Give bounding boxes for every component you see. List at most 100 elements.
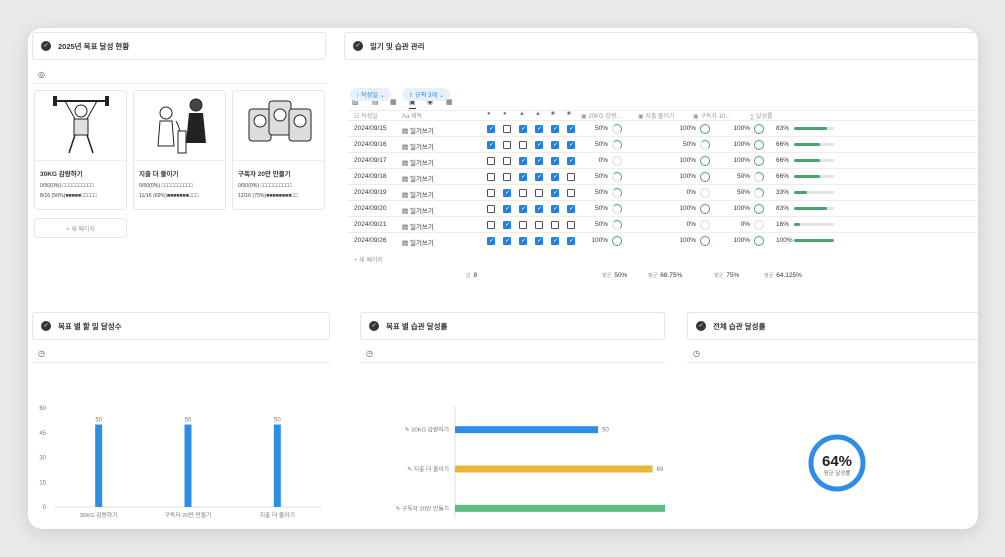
column-title[interactable]: Aa 제목 — [402, 111, 422, 120]
habit-checkbox[interactable] — [535, 188, 543, 197]
habit-checkbox[interactable] — [487, 236, 495, 245]
goal3-percent: 100% — [733, 125, 750, 132]
column-goal1[interactable]: ▣ 20KG 감량... — [581, 111, 621, 120]
habit-checkbox[interactable] — [535, 204, 543, 213]
habit-checkbox[interactable] — [567, 156, 575, 165]
habit-checkbox[interactable] — [503, 140, 511, 149]
clock-icon[interactable]: ◷ — [693, 349, 700, 358]
rate-percent: 66% — [776, 173, 790, 180]
habit-checkbox[interactable] — [503, 204, 511, 213]
row-title[interactable]: ▤ 일기쓰기 — [402, 189, 434, 199]
calendar-view-icon[interactable]: ▦ — [390, 98, 397, 106]
habit-checkbox[interactable] — [567, 124, 575, 133]
habit-checkbox[interactable] — [487, 188, 495, 197]
habit-checkbox[interactable] — [567, 188, 575, 197]
habit-checkbox[interactable] — [567, 236, 575, 245]
row-title[interactable]: ▤ 일기쓰기 — [402, 141, 434, 151]
goal-card[interactable]: 지출 더 줄이기 0/50(0%) □□□□□□□□□□ 11/16 (69%)… — [133, 90, 226, 210]
row-title[interactable]: ▤ 일기쓰기 — [402, 125, 434, 135]
divider — [32, 362, 330, 363]
habit-checkbox[interactable] — [535, 156, 543, 165]
sort-filter-pill[interactable]: ↑ 작성일 ⌄ — [350, 88, 391, 101]
table-row[interactable]: 2024/09/19 ▤ 일기쓰기 50% 0% 50% 33% — [348, 184, 978, 200]
page-icon: ▤ — [402, 224, 409, 231]
habit-checkbox[interactable] — [551, 140, 559, 149]
triangle-column-icon[interactable]: ▲ — [519, 111, 525, 117]
check-circle-icon: ✓ — [369, 321, 379, 331]
habit-checkbox[interactable] — [551, 236, 559, 245]
habit-checkbox[interactable] — [519, 172, 527, 181]
page-icon: ▤ — [402, 240, 409, 247]
table-row[interactable]: 2024/09/21 ▤ 일기쓰기 50% 0% 0% 16% — [348, 216, 978, 232]
habit-checkbox[interactable] — [519, 220, 527, 229]
habit-checkbox[interactable] — [535, 124, 543, 133]
habit-checkbox[interactable] — [535, 220, 543, 229]
goal-card[interactable]: 구독자 20만 만들기 0/50(0%) □□□□□□□□□□ 12/16 (7… — [232, 90, 325, 210]
table-row[interactable]: 2024/09/26 ▤ 일기쓰기 100% 100% 100% 100% — [348, 232, 978, 248]
habit-checkbox[interactable] — [551, 124, 559, 133]
goal3-percent: 50% — [736, 173, 750, 180]
circle-column-icon[interactable]: ● — [503, 111, 507, 117]
habit-checkbox[interactable] — [551, 204, 559, 213]
habit-checkbox[interactable] — [503, 156, 511, 165]
table-row[interactable]: 2024/09/15 ▤ 일기쓰기 50% 100% 100% 83% — [348, 120, 978, 136]
rate-progress-bar — [794, 127, 834, 130]
habit-checkbox[interactable] — [487, 124, 495, 133]
square-column-icon[interactable]: ■ — [551, 111, 555, 117]
habit-checkbox[interactable] — [519, 204, 527, 213]
habit-checkbox[interactable] — [503, 172, 511, 181]
column-date[interactable]: ☷ 작성일 — [354, 111, 378, 120]
clock-icon[interactable]: ◷ — [366, 349, 373, 358]
column-rate[interactable]: ∑ 달성률 — [750, 111, 773, 120]
table-row[interactable]: 2024/09/17 ▤ 일기쓰기 0% 100% 100% 66% — [348, 152, 978, 168]
habit-checkbox[interactable] — [487, 156, 495, 165]
goal-card[interactable]: 30KG 감량하기 0/50(0%) □□□□□□□□□□ 8/16 (50%)… — [34, 90, 127, 210]
habit-checkbox[interactable] — [551, 172, 559, 181]
habit-checkbox[interactable] — [567, 204, 575, 213]
habit-checkbox[interactable] — [519, 124, 527, 133]
check-circle-icon: ✓ — [353, 41, 363, 51]
table-row[interactable]: 2024/09/16 ▤ 일기쓰기 50% 50% 100% 66% — [348, 136, 978, 152]
column-goal2[interactable]: ▣ 지출 줄이기 — [638, 111, 675, 120]
habit-checkbox[interactable] — [567, 220, 575, 229]
habit-checkbox[interactable] — [487, 204, 495, 213]
table-row[interactable]: 2024/09/18 ▤ 일기쓰기 50% 100% 50% 66% — [348, 168, 978, 184]
divider — [32, 83, 326, 84]
habit-checkbox[interactable] — [535, 172, 543, 181]
triangle-column-icon[interactable]: ▲ — [535, 111, 541, 117]
rate-percent: 16% — [776, 221, 790, 228]
row-title[interactable]: ▤ 일기쓰기 — [402, 157, 434, 167]
habit-checkbox[interactable] — [567, 172, 575, 181]
habit-checkbox[interactable] — [551, 188, 559, 197]
habit-checkbox[interactable] — [487, 140, 495, 149]
row-title[interactable]: ▤ 일기쓰기 — [402, 237, 434, 247]
table-new-page-button[interactable]: + 새 페이지 — [354, 255, 383, 264]
habit-checkbox[interactable] — [567, 140, 575, 149]
rules-filter-pill[interactable]: ⇧ 규칙 3개 ⌄ — [402, 88, 451, 101]
habit-checkbox[interactable] — [487, 172, 495, 181]
habit-checkbox[interactable] — [503, 220, 511, 229]
progress-ring-icon — [754, 236, 764, 246]
habit-checkbox[interactable] — [519, 236, 527, 245]
column-goal3[interactable]: ▣ 구독자 10... — [693, 111, 730, 120]
row-title[interactable]: ▤ 일기쓰기 — [402, 205, 434, 215]
habit-checkbox[interactable] — [535, 236, 543, 245]
habit-checkbox[interactable] — [519, 188, 527, 197]
habit-checkbox[interactable] — [487, 220, 495, 229]
habit-checkbox[interactable] — [503, 188, 511, 197]
habit-checkbox[interactable] — [551, 156, 559, 165]
habit-checkbox[interactable] — [503, 124, 511, 133]
clock-icon[interactable]: ◷ — [38, 349, 45, 358]
habit-checkbox[interactable] — [519, 140, 527, 149]
table-row[interactable]: 2024/09/20 ▤ 일기쓰기 50% 100% 100% 83% — [348, 200, 978, 216]
target-icon[interactable]: ◎ — [38, 70, 45, 79]
habit-checkbox[interactable] — [551, 220, 559, 229]
habit-checkbox[interactable] — [519, 156, 527, 165]
circle-column-icon[interactable]: ● — [487, 111, 491, 117]
row-title[interactable]: ▤ 일기쓰기 — [402, 221, 434, 231]
habit-checkbox[interactable] — [503, 236, 511, 245]
habit-checkbox[interactable] — [535, 140, 543, 149]
square-column-icon[interactable]: ■ — [567, 111, 571, 117]
gallery-new-page-button[interactable]: + 새 페이지 — [34, 218, 127, 238]
row-title[interactable]: ▤ 일기쓰기 — [402, 173, 434, 183]
